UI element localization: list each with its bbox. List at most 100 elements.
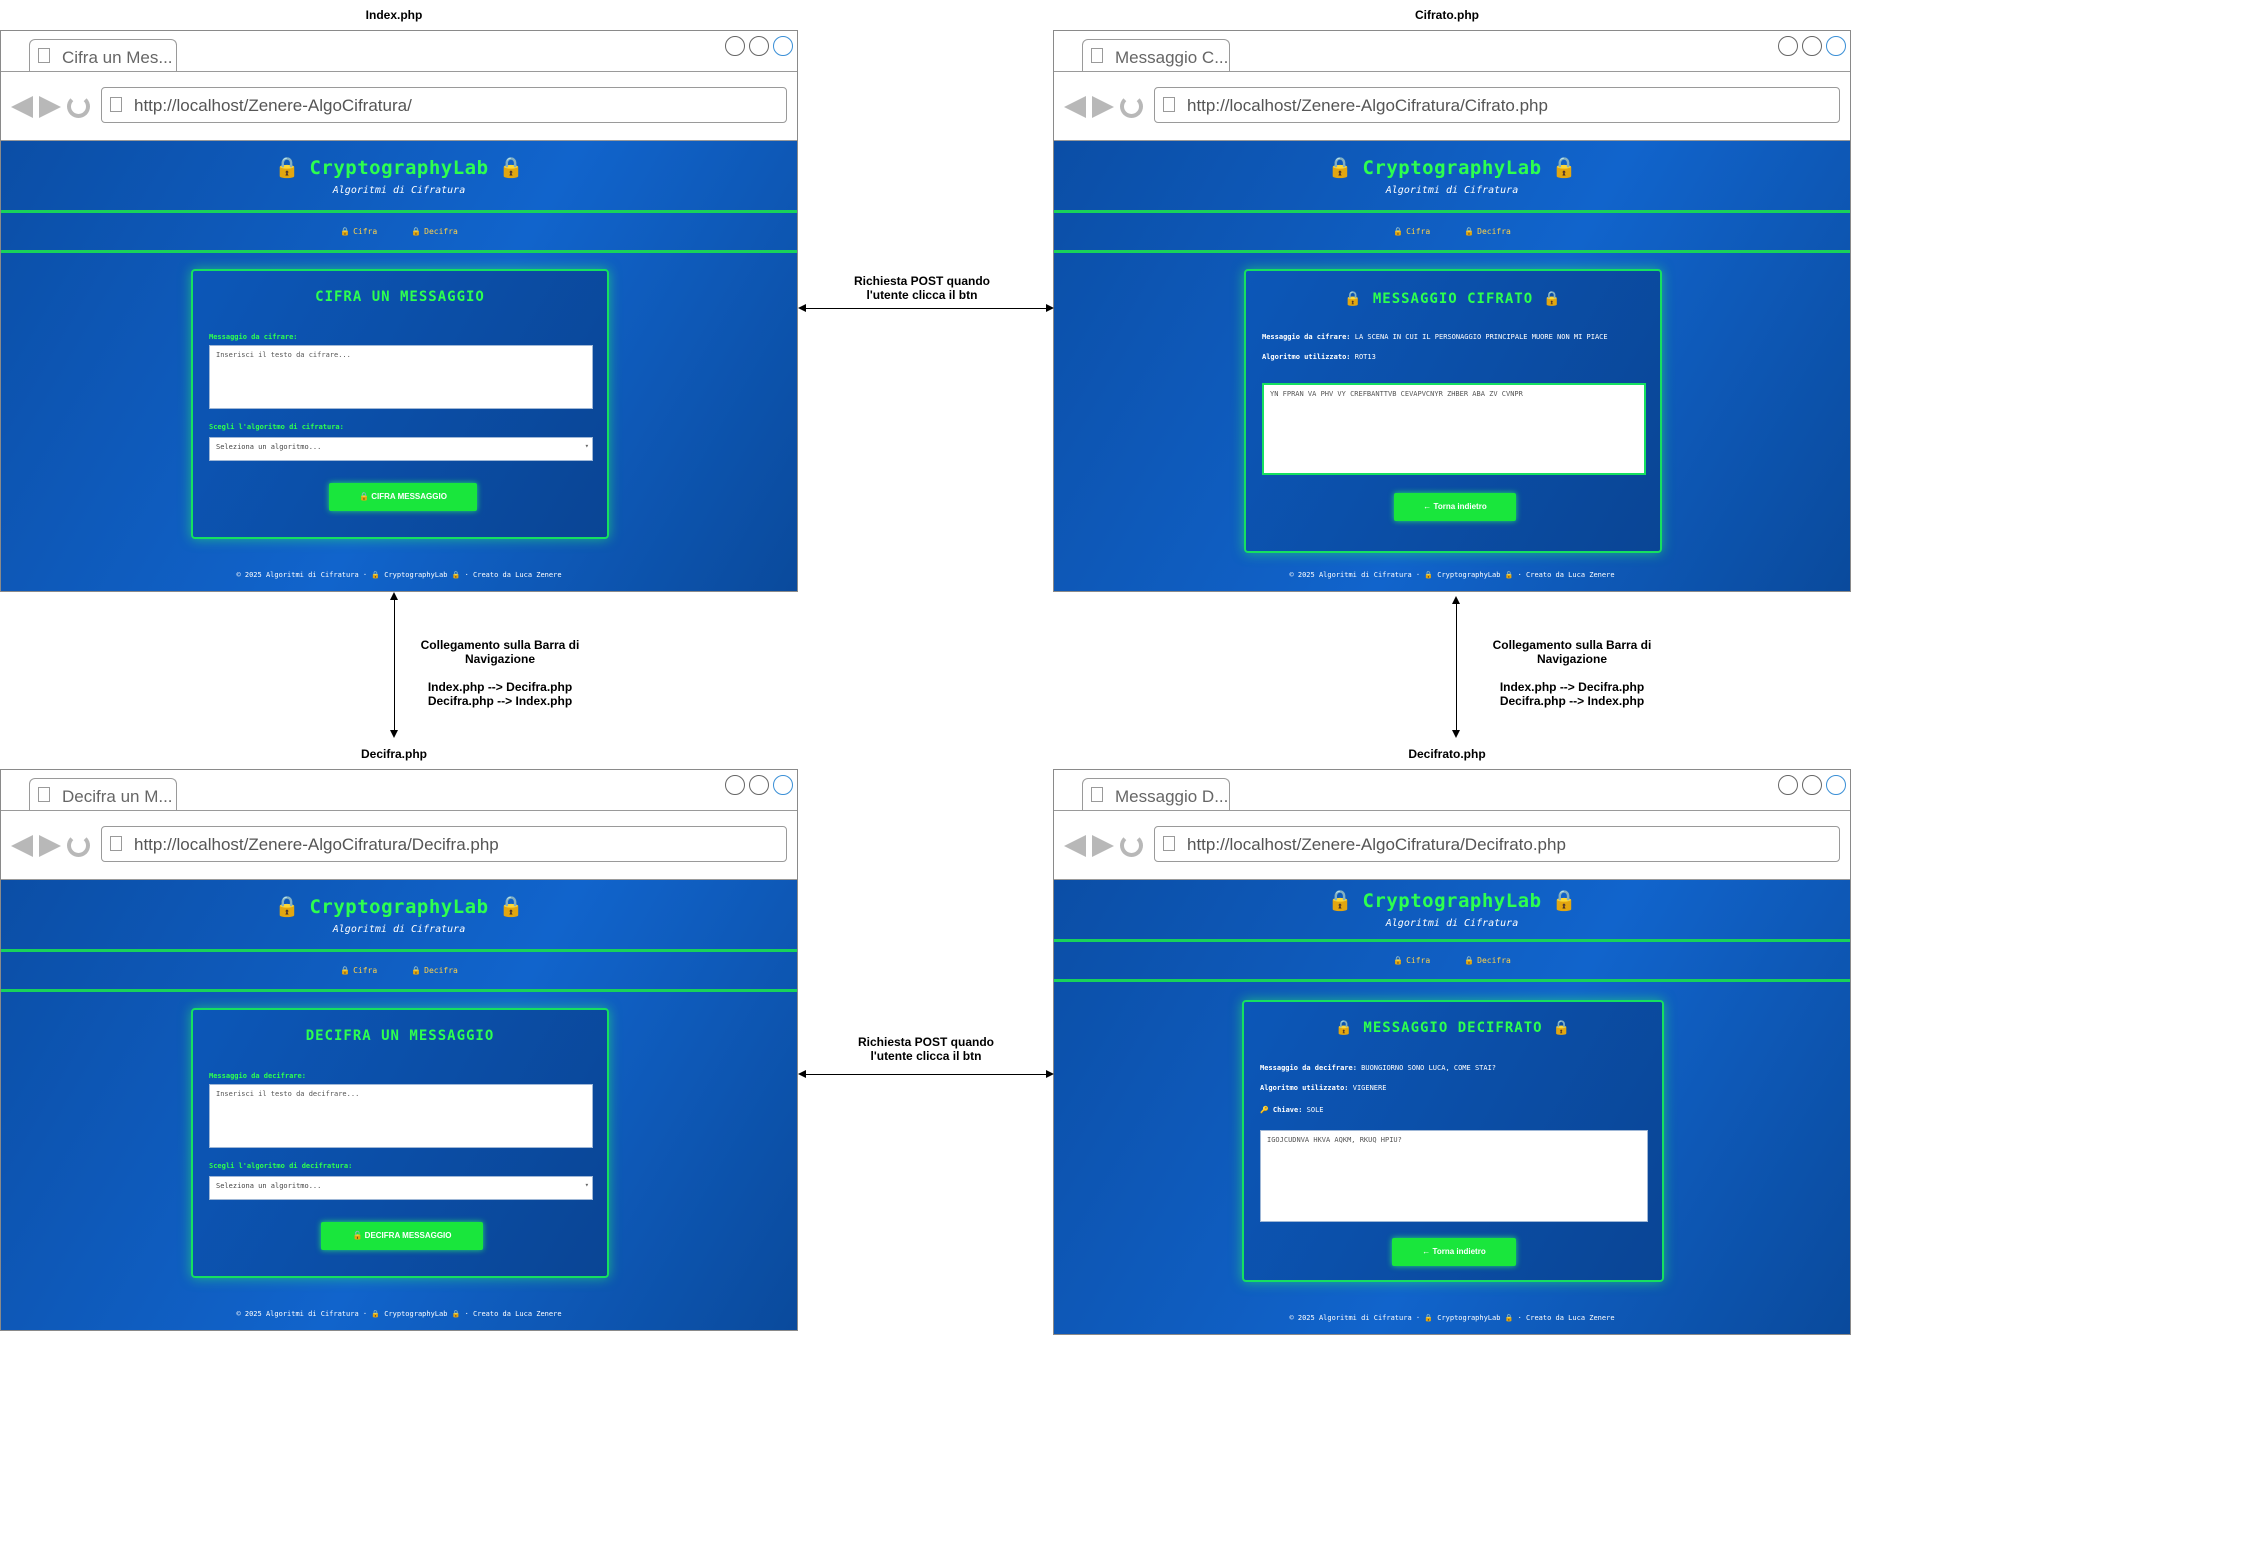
nav-link-cifra[interactable]: 🔒 Cifra xyxy=(1393,227,1430,236)
back-arrow-icon[interactable] xyxy=(11,95,33,118)
lock-icon: 🔒 xyxy=(274,155,300,179)
site-nav: 🔒 Cifra 🔒 Decifra xyxy=(1,213,797,253)
lock-icon: 🔒 xyxy=(371,571,381,579)
algorithm-select[interactable]: Seleziona un algoritmo... xyxy=(209,1176,593,1200)
nav-note-left: Collegamento sulla Barra di Navigazione … xyxy=(420,638,580,708)
address-bar[interactable]: http://localhost/Zenere-AlgoCifratura/De… xyxy=(101,826,787,862)
field-label: Messaggio da cifrare: xyxy=(209,333,298,341)
site-nav: 🔒 Cifra 🔒 Decifra xyxy=(1,952,797,992)
nav-link-cifra[interactable]: 🔒 Cifra xyxy=(1393,956,1430,965)
site-page: 🔒 CryptographyLab 🔒 Algoritmi di Cifratura … xyxy=(1054,880,1850,1334)
nav-link-decifra[interactable]: 🔒 Decifra xyxy=(411,966,458,975)
maximize-button[interactable] xyxy=(749,36,769,56)
arrowhead-down xyxy=(390,730,398,738)
browser-window-decifrato: Messaggio D... http://localhost/Zenere-A… xyxy=(1053,769,1851,1335)
back-arrow-icon[interactable] xyxy=(1064,834,1086,857)
post-note-bottom: Richiesta POST quando l'utente clicca il… xyxy=(857,1035,995,1063)
address-bar[interactable]: http://localhost/Zenere-AlgoCifratura/Ci… xyxy=(1154,87,1840,123)
lock-icon: 🔒 xyxy=(1551,155,1577,179)
nav-label: Cifra xyxy=(1406,227,1431,236)
page-icon xyxy=(1091,48,1103,63)
back-arrow-icon[interactable] xyxy=(11,834,33,857)
back-button[interactable]: ← Torna indietro xyxy=(1394,493,1516,521)
close-button[interactable] xyxy=(1826,775,1846,795)
lock-icon: 🔒 xyxy=(411,966,422,975)
page-icon xyxy=(38,48,50,63)
lock-icon: 🔒 xyxy=(498,155,524,179)
maximize-button[interactable] xyxy=(1802,775,1822,795)
reload-icon[interactable] xyxy=(1120,834,1143,857)
tab-title: Decifra un M... xyxy=(62,787,173,806)
site-brand: CryptographyLab xyxy=(1362,157,1542,179)
minimize-button[interactable] xyxy=(1778,775,1798,795)
nav-link-cifra[interactable]: 🔒 Cifra xyxy=(340,227,377,236)
maximize-button[interactable] xyxy=(1802,36,1822,56)
browser-tab[interactable]: Messaggio D... xyxy=(1082,778,1230,810)
site-page: 🔒 CryptographyLab 🔒 Algoritmi di Cifratura … xyxy=(1,880,797,1330)
nav-label: Decifra xyxy=(424,227,458,236)
forward-arrow-icon[interactable] xyxy=(1092,834,1114,857)
nav-link-decifra[interactable]: 🔒 Decifra xyxy=(1464,956,1511,965)
nav-label: Cifra xyxy=(353,966,378,975)
algorithm-info: Algoritmo utilizzato: ROT13 xyxy=(1262,353,1376,361)
maximize-button[interactable] xyxy=(749,775,769,795)
address-bar[interactable]: http://localhost/Zenere-AlgoCifratura/ xyxy=(101,87,787,123)
arrowhead-up xyxy=(1452,596,1460,604)
forward-arrow-icon[interactable] xyxy=(39,834,61,857)
arrowhead-up xyxy=(390,592,398,600)
forward-arrow-icon[interactable] xyxy=(39,95,61,118)
result-textarea[interactable]: IGOJCUDNVA HKVA AQKM, RKUQ HPIU? xyxy=(1260,1130,1648,1222)
lock-icon: 🔒 xyxy=(371,1310,381,1318)
address-bar[interactable]: http://localhost/Zenere-AlgoCifratura/De… xyxy=(1154,826,1840,862)
lock-icon: 🔒 xyxy=(1543,291,1562,307)
site-page: 🔒 CryptographyLab 🔒 Algoritmi di Cifratura … xyxy=(1054,141,1850,591)
minimize-button[interactable] xyxy=(1778,36,1798,56)
site-tagline: Algoritmi di Cifratura xyxy=(1385,185,1519,196)
minimize-button[interactable] xyxy=(725,775,745,795)
reload-icon[interactable] xyxy=(1120,95,1143,118)
browser-tab[interactable]: Cifra un Mes... xyxy=(29,39,177,71)
minimize-button[interactable] xyxy=(725,36,745,56)
browser-chrome: Decifra un M... http://localhost/Zenere-… xyxy=(1,770,797,880)
reload-icon[interactable] xyxy=(67,95,90,118)
message-textarea[interactable]: Inserisci il testo da decifrare... xyxy=(209,1084,593,1148)
close-button[interactable] xyxy=(773,36,793,56)
browser-tab[interactable]: Decifra un M... xyxy=(29,778,177,810)
post-connector-top xyxy=(806,308,1046,309)
algorithm-info: Algoritmo utilizzato: VIGENERE xyxy=(1260,1084,1387,1092)
cifra-button[interactable]: 🔒 CIFRA MESSAGGIO xyxy=(329,483,477,511)
decifra-button[interactable]: 🔓 DECIFRA MESSAGGIO xyxy=(321,1222,483,1250)
lock-icon: 🔒 xyxy=(411,227,422,236)
browser-tab[interactable]: Messaggio C... xyxy=(1082,39,1230,71)
reload-icon[interactable] xyxy=(67,834,90,857)
nav-link-cifra[interactable]: 🔒 Cifra xyxy=(340,966,377,975)
lock-icon: 🔒 xyxy=(1393,227,1404,236)
nav-label: Decifra xyxy=(1477,956,1511,965)
nav-label: Decifra xyxy=(424,966,458,975)
label-decifra: Decifra.php xyxy=(360,747,427,761)
page-icon xyxy=(38,787,50,802)
label-cifrato: Cifrato.php xyxy=(1415,8,1479,22)
lock-icon: 🔒 xyxy=(498,894,524,918)
back-button[interactable]: ← Torna indietro xyxy=(1392,1238,1516,1266)
algorithm-select[interactable]: Seleziona un algoritmo... xyxy=(209,437,593,461)
site-header: 🔒 CryptographyLab 🔒 Algoritmi di Cifratura xyxy=(1,880,797,952)
site-brand: CryptographyLab xyxy=(309,157,489,179)
lock-icon: 🔒 xyxy=(1327,888,1353,912)
lock-icon: 🔒 xyxy=(1344,291,1363,307)
page-icon xyxy=(1091,787,1103,802)
nav-link-decifra[interactable]: 🔒 Decifra xyxy=(411,227,458,236)
site-nav: 🔒 Cifra 🔒 Decifra xyxy=(1054,213,1850,253)
card-title: 🔒 MESSAGGIO CIFRATO 🔒 xyxy=(1344,291,1562,307)
close-button[interactable] xyxy=(773,775,793,795)
nav-label: Cifra xyxy=(353,227,378,236)
page-icon xyxy=(1163,836,1175,851)
site-footer: © 2025 Algoritmi di Cifratura · 🔒 Crypto… xyxy=(236,571,562,579)
result-textarea[interactable]: YN FPRAN VA PHV VY CREFBANTTVB CEVAPVCNY… xyxy=(1262,383,1646,475)
lock-icon: 🔒 xyxy=(274,894,300,918)
close-button[interactable] xyxy=(1826,36,1846,56)
forward-arrow-icon[interactable] xyxy=(1092,95,1114,118)
message-textarea[interactable]: Inserisci il testo da cifrare... xyxy=(209,345,593,409)
nav-link-decifra[interactable]: 🔒 Decifra xyxy=(1464,227,1511,236)
back-arrow-icon[interactable] xyxy=(1064,95,1086,118)
